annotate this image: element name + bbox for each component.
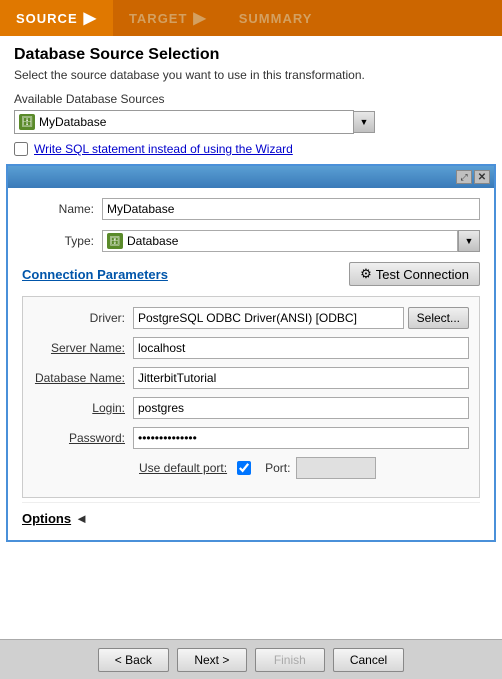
driver-input[interactable]	[133, 307, 404, 329]
top-navigation: SOURCE ▶ TARGET ▶ SUMMARY	[0, 0, 502, 36]
test-connection-btn[interactable]: ⚙ Test Connection	[349, 262, 480, 286]
name-input[interactable]	[102, 198, 480, 220]
nav-target-arrow: ▶	[193, 8, 206, 28]
type-icon: 🗄	[107, 233, 123, 249]
dropdown-arrow-icon: ▼	[360, 117, 369, 127]
port-input[interactable]	[296, 457, 376, 479]
db-source-icon: 🗄	[19, 114, 35, 130]
driver-row: Driver: Select...	[33, 307, 469, 329]
type-name: Database	[127, 234, 453, 248]
page-title: Database Source Selection	[14, 46, 488, 64]
page-subtitle: Select the source database you want to u…	[14, 68, 488, 82]
type-row: Type: 🗄 Database ▼	[22, 230, 480, 252]
main-area: Database Source Selection Select the sou…	[0, 36, 502, 639]
login-row: Login:	[33, 397, 469, 419]
conn-params-title: Connection Parameters	[22, 267, 168, 282]
server-name-row: Server Name:	[33, 337, 469, 359]
sql-checkbox-row: Write SQL statement instead of using the…	[14, 142, 488, 156]
cancel-button[interactable]: Cancel	[333, 648, 404, 672]
db-source-select[interactable]: 🗄 MyDatabase	[14, 110, 354, 134]
server-name-input[interactable]	[133, 337, 469, 359]
inner-panel-body: Name: Type: 🗄 Database ▼ Connecti	[8, 188, 494, 540]
server-name-label: Server Name:	[33, 341, 133, 355]
options-arrow-icon[interactable]: ◄	[75, 511, 88, 526]
database-name-label: Database Name:	[33, 371, 133, 385]
resize-btn[interactable]: ⤢	[456, 170, 472, 184]
db-source-row: 🗄 MyDatabase ▼	[14, 110, 488, 134]
password-input[interactable]	[133, 427, 469, 449]
nav-summary[interactable]: SUMMARY	[223, 0, 329, 36]
bottom-bar: < Back Next > Finish Cancel	[0, 639, 502, 679]
options-row: Options ◄	[22, 502, 480, 530]
password-label: Password:	[33, 431, 133, 445]
nav-source[interactable]: SOURCE ▶	[0, 0, 113, 36]
inner-panel-titlebar: ⤢ ✕	[8, 166, 494, 188]
sql-checkbox-label: Write SQL statement instead of using the…	[34, 142, 293, 156]
name-row: Name:	[22, 198, 480, 220]
nav-source-arrow: ▶	[84, 8, 97, 28]
close-btn[interactable]: ✕	[474, 170, 490, 184]
database-name-input[interactable]	[133, 367, 469, 389]
driver-select-btn[interactable]: Select...	[408, 307, 469, 329]
port-field-label: Port:	[265, 461, 290, 475]
test-connection-label: Test Connection	[376, 267, 469, 282]
close-icon: ✕	[478, 172, 486, 183]
db-source-dropdown-btn[interactable]: ▼	[353, 111, 375, 133]
nav-target-label: TARGET	[129, 11, 187, 26]
page-header: Database Source Selection Select the sou…	[0, 36, 502, 156]
sql-checkbox[interactable]	[14, 142, 28, 156]
login-label: Login:	[33, 401, 133, 415]
login-input[interactable]	[133, 397, 469, 419]
type-label: Type:	[22, 234, 102, 248]
database-name-row: Database Name:	[33, 367, 469, 389]
type-select-wrapper: 🗄 Database ▼	[102, 230, 480, 252]
type-dropdown-btn[interactable]: ▼	[458, 230, 480, 252]
default-port-checkbox[interactable]	[237, 461, 251, 475]
port-row: Use default port: Port:	[33, 457, 469, 479]
nav-summary-label: SUMMARY	[239, 11, 313, 26]
nav-source-label: SOURCE	[16, 11, 78, 26]
available-sources-label: Available Database Sources	[14, 92, 488, 106]
resize-icon: ⤢	[460, 172, 467, 183]
options-label: Options	[22, 511, 71, 526]
db-source-name: MyDatabase	[39, 115, 349, 129]
password-row: Password:	[33, 427, 469, 449]
finish-button[interactable]: Finish	[255, 648, 325, 672]
conn-params-header: Connection Parameters ⚙ Test Connection	[22, 262, 480, 286]
inner-panel: ⤢ ✕ Name: Type: 🗄 Database	[6, 164, 496, 542]
type-dropdown-arrow-icon: ▼	[465, 236, 474, 246]
default-port-label: Use default port:	[139, 461, 227, 475]
test-connection-icon: ⚙	[360, 266, 372, 282]
driver-label: Driver:	[33, 311, 133, 325]
conn-fields-box: Driver: Select... Server Name: Database …	[22, 296, 480, 498]
nav-target[interactable]: TARGET ▶	[113, 0, 223, 36]
type-select[interactable]: 🗄 Database	[102, 230, 458, 252]
next-button[interactable]: Next >	[177, 648, 247, 672]
name-label: Name:	[22, 202, 102, 216]
sql-checkbox-link[interactable]: Write SQL statement instead of using the…	[34, 142, 293, 156]
back-button[interactable]: < Back	[98, 648, 169, 672]
